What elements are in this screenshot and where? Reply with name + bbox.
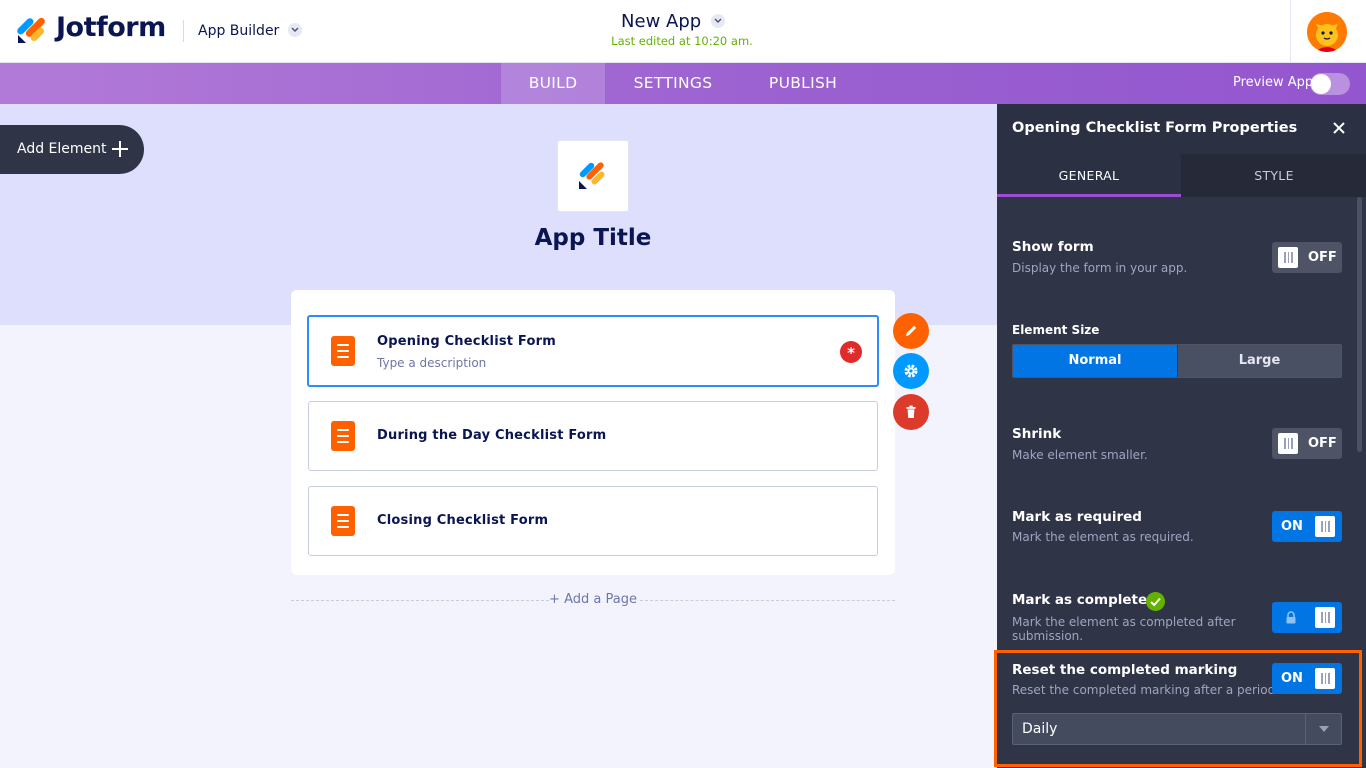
element-size-selector: Normal Large [1012, 344, 1342, 378]
reset-completed-title: Reset the completed marking [1012, 662, 1238, 678]
header-divider [1290, 0, 1291, 63]
close-icon[interactable] [1332, 121, 1346, 135]
mark-required-desc: Mark the element as required. [1012, 530, 1194, 544]
shrink-toggle[interactable]: OFF [1272, 428, 1342, 459]
mark-completed-toggle[interactable] [1272, 602, 1342, 633]
trash-icon [906, 405, 916, 418]
item-title: During the Day Checklist Form [377, 428, 607, 443]
app-name: New App [621, 11, 702, 32]
elements-card: Opening Checklist Form Type a descriptio… [291, 290, 895, 575]
gear-icon [904, 364, 918, 378]
pencil-icon [906, 325, 917, 336]
toggle-knob [1315, 668, 1335, 689]
panel-tabs: GENERAL STYLE [997, 154, 1366, 197]
toggle-knob [1311, 74, 1331, 94]
add-element-button[interactable]: Add Element [0, 125, 144, 174]
tab-build[interactable]: BUILD [501, 63, 605, 104]
main-nav-bar: BUILD SETTINGS PUBLISH Preview App [0, 63, 1366, 104]
tab-publish[interactable]: PUBLISH [752, 63, 854, 104]
item-title: Closing Checklist Form [377, 513, 549, 528]
app-name-title[interactable]: New App [0, 11, 1346, 32]
show-form-toggle[interactable]: OFF [1272, 242, 1342, 273]
required-badge: * [840, 341, 862, 363]
toggle-state: ON [1281, 519, 1303, 534]
edit-element-button[interactable] [893, 313, 929, 349]
reset-period-select[interactable]: Daily [1012, 713, 1342, 745]
mark-required-title: Mark as required [1012, 509, 1142, 525]
panel-header: Opening Checklist Form Properties [997, 104, 1366, 154]
check-icon [1146, 592, 1165, 611]
form-icon [331, 506, 355, 536]
panel-scrollbar[interactable] [1357, 197, 1362, 452]
plus-icon [112, 141, 128, 157]
jotform-logo-icon [579, 162, 605, 189]
tab-general[interactable]: GENERAL [997, 154, 1181, 197]
toggle-state: OFF [1308, 250, 1337, 265]
last-edited-status: Last edited at 10:20 am. [611, 34, 753, 48]
selected-period: Daily [1022, 721, 1058, 737]
size-option-large[interactable]: Large [1178, 345, 1341, 377]
avatar[interactable] [1307, 12, 1347, 52]
tab-style[interactable]: STYLE [1182, 154, 1366, 197]
toggle-knob [1315, 607, 1335, 628]
reset-completed-desc: Reset the completed marking after a peri… [1012, 683, 1280, 697]
show-form-title: Show form [1012, 239, 1094, 255]
toggle-knob [1278, 433, 1298, 454]
list-item-during-day-checklist[interactable]: During the Day Checklist Form [308, 401, 878, 471]
form-icon [331, 421, 355, 451]
item-title: Opening Checklist Form [377, 334, 556, 349]
list-item-closing-checklist[interactable]: Closing Checklist Form [308, 486, 878, 556]
toggle-knob [1315, 516, 1335, 537]
toggle-state: OFF [1308, 436, 1337, 451]
top-header: Jotform App Builder New App Last edited … [0, 0, 1366, 63]
preview-app-label: Preview App [1233, 75, 1314, 90]
toggle-knob [1278, 247, 1298, 268]
show-form-desc: Display the form in your app. [1012, 261, 1188, 275]
tab-settings[interactable]: SETTINGS [617, 63, 729, 104]
form-icon [331, 336, 355, 366]
element-size-title: Element Size [1012, 323, 1100, 337]
panel-title: Opening Checklist Form Properties [1012, 120, 1298, 136]
add-element-label: Add Element [17, 141, 107, 157]
delete-element-button[interactable] [893, 394, 929, 430]
toggle-state: ON [1281, 671, 1303, 686]
reset-completed-toggle[interactable]: ON [1272, 663, 1342, 694]
dropdown-arrow-icon [1305, 714, 1341, 744]
item-description[interactable]: Type a description [377, 356, 486, 370]
list-item-opening-checklist[interactable]: Opening Checklist Form Type a descriptio… [307, 315, 879, 387]
shrink-title: Shrink [1012, 426, 1062, 442]
element-settings-button[interactable] [893, 353, 929, 389]
mark-required-toggle[interactable]: ON [1272, 511, 1342, 542]
app-icon[interactable] [557, 140, 629, 212]
chevron-down-icon [710, 14, 725, 28]
shrink-desc: Make element smaller. [1012, 448, 1148, 462]
mark-completed-desc: Mark the element as completed after subm… [1012, 615, 1236, 643]
lock-icon [1286, 611, 1296, 624]
size-option-normal[interactable]: Normal [1013, 345, 1177, 377]
user-avatar-icon [1307, 12, 1347, 52]
preview-app-toggle[interactable] [1310, 73, 1350, 95]
mark-completed-title: Mark as completed [1012, 592, 1157, 608]
